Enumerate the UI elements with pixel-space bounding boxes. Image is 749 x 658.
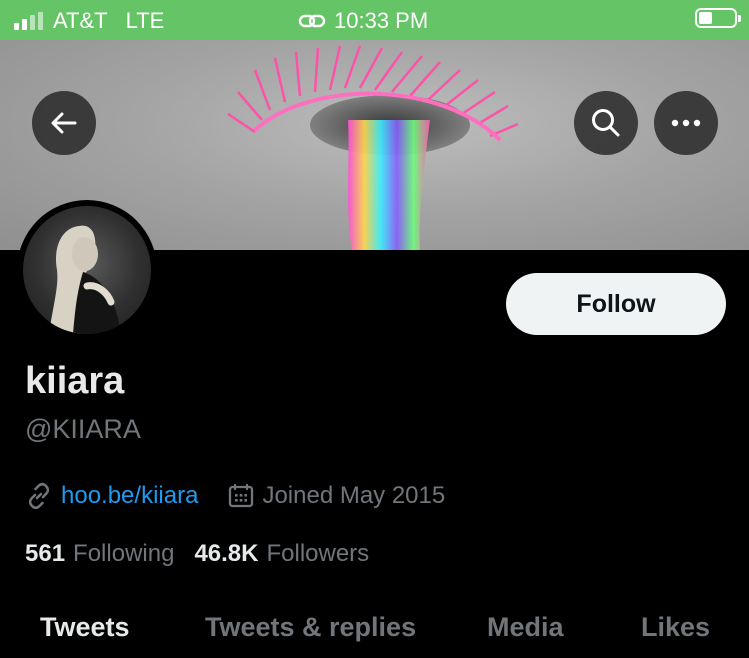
avatar-portrait xyxy=(49,225,121,334)
tab-tweets[interactable]: Tweets xyxy=(40,612,130,643)
clock: 10:33 PM xyxy=(334,8,429,33)
network-type: LTE xyxy=(125,8,165,33)
status-left: AT&T LTE xyxy=(14,8,164,34)
followers-stat[interactable]: 46.8K Followers xyxy=(194,540,369,568)
link-icon xyxy=(28,482,50,510)
search-icon xyxy=(592,109,620,137)
user-handle: @KIIARA xyxy=(25,414,141,444)
status-bar: AT&T LTE 10:33 PM xyxy=(0,0,749,40)
more-button[interactable] xyxy=(654,91,718,155)
joined-date: Joined May 2015 xyxy=(262,482,446,509)
carrier: AT&T xyxy=(53,8,108,33)
arrow-left-icon xyxy=(51,112,77,134)
signal-icon xyxy=(14,12,43,30)
display-name: kiiara xyxy=(25,360,125,402)
follow-button[interactable]: Follow xyxy=(506,273,726,335)
tab-tweets-replies[interactable]: Tweets & replies xyxy=(205,612,416,643)
profile-tabs: Tweets Tweets & replies Media Likes xyxy=(0,612,749,658)
followers-count: 46.8K xyxy=(194,540,259,567)
follow-counts: 561 Following 46.8K Followers xyxy=(25,540,369,568)
avatar[interactable] xyxy=(17,200,157,340)
profile-meta: hoo.be/kiiara Joined May 2015 xyxy=(25,482,445,510)
following-label: Following xyxy=(73,540,175,567)
link-chain-icon xyxy=(298,14,326,28)
battery-icon xyxy=(695,8,741,28)
following-count: 561 xyxy=(25,540,66,567)
avatar-image xyxy=(23,206,151,334)
status-center: 10:33 PM xyxy=(298,8,428,34)
more-icon xyxy=(671,119,701,127)
followers-label: Followers xyxy=(266,540,370,567)
search-button[interactable] xyxy=(574,91,638,155)
tab-media[interactable]: Media xyxy=(487,612,564,643)
profile-link[interactable]: hoo.be/kiiara xyxy=(61,482,198,510)
tab-likes[interactable]: Likes xyxy=(641,612,710,643)
calendar-icon xyxy=(228,483,254,509)
status-right xyxy=(695,8,741,28)
back-button[interactable] xyxy=(32,91,96,155)
following-stat[interactable]: 561 Following xyxy=(25,540,174,568)
